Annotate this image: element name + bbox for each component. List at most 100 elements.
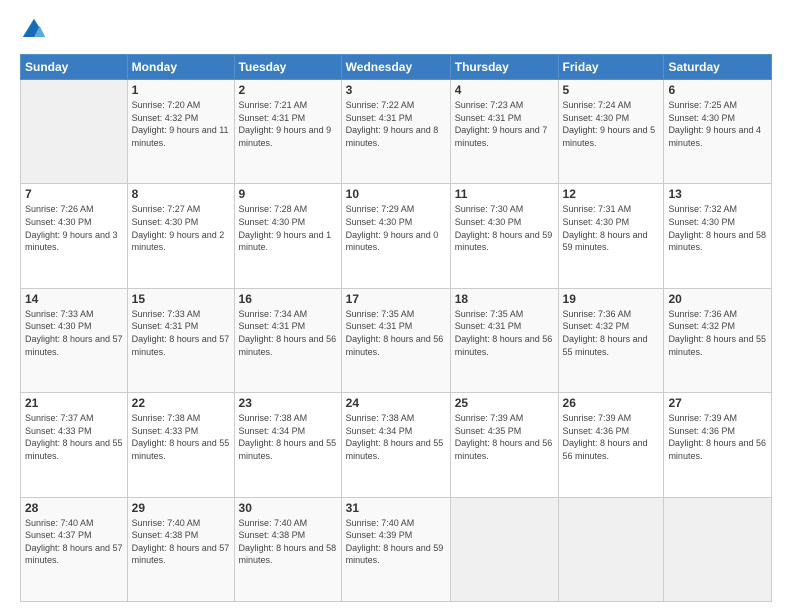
day-number: 14 [25,292,123,306]
day-info: Sunrise: 7:40 AMSunset: 4:39 PMDaylight:… [346,517,446,567]
day-info: Sunrise: 7:30 AMSunset: 4:30 PMDaylight:… [455,203,554,253]
day-info: Sunrise: 7:22 AMSunset: 4:31 PMDaylight:… [346,99,446,149]
day-info: Sunrise: 7:37 AMSunset: 4:33 PMDaylight:… [25,412,123,462]
calendar-cell: 30 Sunrise: 7:40 AMSunset: 4:38 PMDayligh… [234,497,341,601]
day-number: 16 [239,292,337,306]
calendar-cell: 19 Sunrise: 7:36 AMSunset: 4:32 PMDayligh… [558,288,664,392]
calendar-cell: 11 Sunrise: 7:30 AMSunset: 4:30 PMDayligh… [450,184,558,288]
calendar-cell: 28Sunrise: 7:40 AMSunset: 4:37 PMDayligh… [21,497,128,601]
calendar-cell: 21 Sunrise: 7:37 AMSunset: 4:33 PMDayligh… [21,393,128,497]
day-number: 25 [455,396,554,410]
header-row: SundayMondayTuesdayWednesdayThursdayFrid… [21,55,772,80]
day-number: 24 [346,396,446,410]
calendar-cell: 16Sunrise: 7:34 AMSunset: 4:31 PMDayligh… [234,288,341,392]
logo [20,16,52,44]
day-info: Sunrise: 7:20 AMSunset: 4:32 PMDaylight:… [132,99,230,149]
day-info: Sunrise: 7:24 AMSunset: 4:30 PMDaylight:… [563,99,660,149]
calendar-cell: 4 Sunrise: 7:23 AMSunset: 4:31 PMDaylight… [450,80,558,184]
calendar-cell: 29 Sunrise: 7:40 AMSunset: 4:38 PMDayligh… [127,497,234,601]
day-number: 20 [668,292,767,306]
day-info: Sunrise: 7:40 AMSunset: 4:38 PMDaylight:… [132,517,230,567]
day-number: 21 [25,396,123,410]
day-number: 9 [239,187,337,201]
calendar-cell [558,497,664,601]
day-info: Sunrise: 7:26 AMSunset: 4:30 PMDaylight:… [25,203,123,253]
day-number: 18 [455,292,554,306]
day-info: Sunrise: 7:39 AMSunset: 4:36 PMDaylight:… [668,412,767,462]
day-info: Sunrise: 7:31 AMSunset: 4:30 PMDaylight:… [563,203,660,253]
day-info: Sunrise: 7:33 AMSunset: 4:31 PMDaylight:… [132,308,230,358]
day-info: Sunrise: 7:38 AMSunset: 4:33 PMDaylight:… [132,412,230,462]
day-number: 4 [455,83,554,97]
week-row-2: 14Sunrise: 7:33 AMSunset: 4:30 PMDayligh… [21,288,772,392]
calendar-cell: 10 Sunrise: 7:29 AMSunset: 4:30 PMDayligh… [341,184,450,288]
calendar-cell: 15 Sunrise: 7:33 AMSunset: 4:31 PMDayligh… [127,288,234,392]
week-row-0: 1Sunrise: 7:20 AMSunset: 4:32 PMDaylight… [21,80,772,184]
day-number: 22 [132,396,230,410]
day-header-thursday: Thursday [450,55,558,80]
page: SundayMondayTuesdayWednesdayThursdayFrid… [0,0,792,612]
calendar-table: SundayMondayTuesdayWednesdayThursdayFrid… [20,54,772,602]
week-row-3: 21 Sunrise: 7:37 AMSunset: 4:33 PMDayligh… [21,393,772,497]
day-number: 23 [239,396,337,410]
day-number: 11 [455,187,554,201]
day-info: Sunrise: 7:23 AMSunset: 4:31 PMDaylight:… [455,99,554,149]
day-number: 29 [132,501,230,515]
calendar-cell: 14Sunrise: 7:33 AMSunset: 4:30 PMDayligh… [21,288,128,392]
day-info: Sunrise: 7:40 AMSunset: 4:38 PMDaylight:… [239,517,337,567]
calendar-cell: 26 Sunrise: 7:39 AMSunset: 4:36 PMDayligh… [558,393,664,497]
day-number: 6 [668,83,767,97]
day-number: 7 [25,187,123,201]
header [20,16,772,44]
calendar-cell: 1Sunrise: 7:20 AMSunset: 4:32 PMDaylight… [127,80,234,184]
calendar-cell: 6 Sunrise: 7:25 AMSunset: 4:30 PMDaylight… [664,80,772,184]
calendar-cell: 9 Sunrise: 7:28 AMSunset: 4:30 PMDaylight… [234,184,341,288]
calendar-cell: 18 Sunrise: 7:35 AMSunset: 4:31 PMDayligh… [450,288,558,392]
calendar-cell: 3 Sunrise: 7:22 AMSunset: 4:31 PMDaylight… [341,80,450,184]
day-header-friday: Friday [558,55,664,80]
week-row-1: 7 Sunrise: 7:26 AMSunset: 4:30 PMDaylight… [21,184,772,288]
day-number: 15 [132,292,230,306]
calendar-cell: 8 Sunrise: 7:27 AMSunset: 4:30 PMDaylight… [127,184,234,288]
day-number: 13 [668,187,767,201]
day-number: 31 [346,501,446,515]
day-info: Sunrise: 7:35 AMSunset: 4:31 PMDaylight:… [455,308,554,358]
calendar-cell [21,80,128,184]
day-info: Sunrise: 7:28 AMSunset: 4:30 PMDaylight:… [239,203,337,253]
day-number: 8 [132,187,230,201]
calendar-cell: 22 Sunrise: 7:38 AMSunset: 4:33 PMDayligh… [127,393,234,497]
calendar-cell: 7 Sunrise: 7:26 AMSunset: 4:30 PMDaylight… [21,184,128,288]
day-info: Sunrise: 7:25 AMSunset: 4:30 PMDaylight:… [668,99,767,149]
day-info: Sunrise: 7:38 AMSunset: 4:34 PMDaylight:… [239,412,337,462]
day-header-wednesday: Wednesday [341,55,450,80]
day-number: 5 [563,83,660,97]
calendar-cell: 2Sunrise: 7:21 AMSunset: 4:31 PMDaylight… [234,80,341,184]
day-number: 10 [346,187,446,201]
day-info: Sunrise: 7:36 AMSunset: 4:32 PMDaylight:… [563,308,660,358]
day-info: Sunrise: 7:27 AMSunset: 4:30 PMDaylight:… [132,203,230,253]
calendar-cell: 5 Sunrise: 7:24 AMSunset: 4:30 PMDaylight… [558,80,664,184]
day-info: Sunrise: 7:29 AMSunset: 4:30 PMDaylight:… [346,203,446,253]
week-row-4: 28Sunrise: 7:40 AMSunset: 4:37 PMDayligh… [21,497,772,601]
day-number: 30 [239,501,337,515]
calendar-cell: 24 Sunrise: 7:38 AMSunset: 4:34 PMDayligh… [341,393,450,497]
day-header-monday: Monday [127,55,234,80]
calendar-cell: 25 Sunrise: 7:39 AMSunset: 4:35 PMDayligh… [450,393,558,497]
day-number: 12 [563,187,660,201]
day-info: Sunrise: 7:39 AMSunset: 4:35 PMDaylight:… [455,412,554,462]
day-header-sunday: Sunday [21,55,128,80]
day-info: Sunrise: 7:36 AMSunset: 4:32 PMDaylight:… [668,308,767,358]
day-header-tuesday: Tuesday [234,55,341,80]
day-number: 26 [563,396,660,410]
day-number: 17 [346,292,446,306]
day-number: 27 [668,396,767,410]
day-number: 19 [563,292,660,306]
day-number: 3 [346,83,446,97]
calendar-cell: 27 Sunrise: 7:39 AMSunset: 4:36 PMDayligh… [664,393,772,497]
logo-icon [20,16,48,44]
day-info: Sunrise: 7:21 AMSunset: 4:31 PMDaylight:… [239,99,337,149]
day-info: Sunrise: 7:39 AMSunset: 4:36 PMDaylight:… [563,412,660,462]
day-header-saturday: Saturday [664,55,772,80]
day-info: Sunrise: 7:32 AMSunset: 4:30 PMDaylight:… [668,203,767,253]
day-info: Sunrise: 7:38 AMSunset: 4:34 PMDaylight:… [346,412,446,462]
